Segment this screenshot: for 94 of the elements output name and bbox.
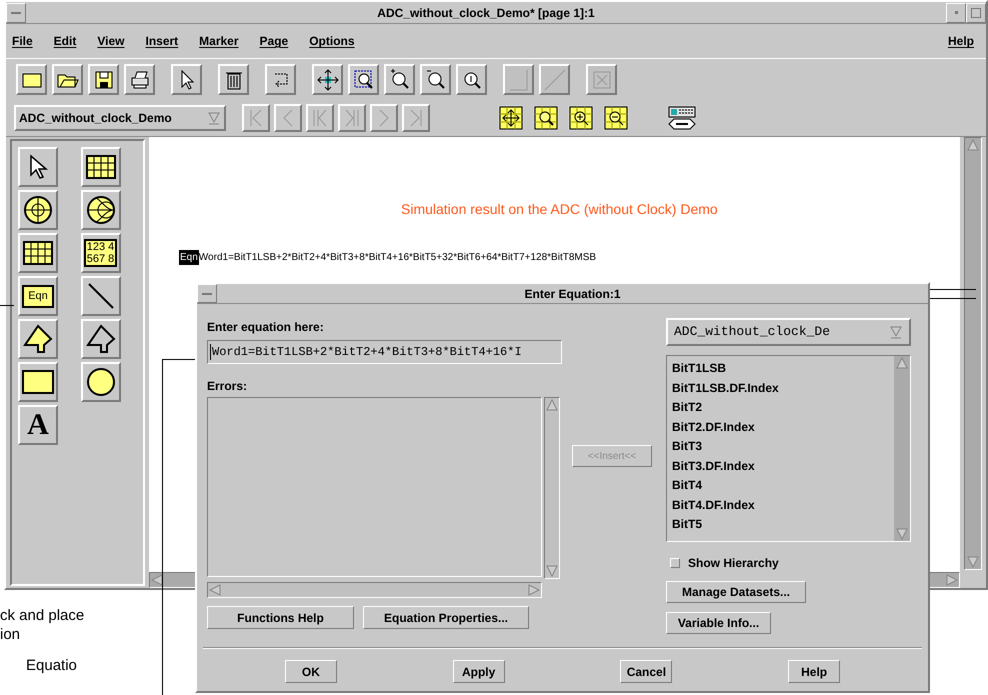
dialog-button[interactable]: Apply (452, 660, 505, 683)
toolbar-button[interactable] (171, 64, 202, 95)
palette-tool-button[interactable] (18, 190, 58, 230)
variable-item[interactable]: BitT4.DF.Index (672, 496, 894, 515)
polar-chart-icon (23, 195, 53, 225)
field-label: Errors: (207, 378, 248, 395)
toolbar-button[interactable] (265, 64, 296, 95)
palette-tool-button[interactable] (80, 190, 120, 230)
palette-tool-button[interactable] (80, 362, 120, 402)
toolbar-button[interactable] (420, 64, 451, 95)
annotation-text: ck and place (0, 606, 84, 625)
dialog-button[interactable]: Cancel (620, 660, 672, 683)
move-icon (499, 106, 523, 130)
grid-icon (86, 155, 116, 179)
toolbar-button[interactable] (456, 64, 487, 95)
dialog-button[interactable]: Functions Help (207, 606, 354, 629)
palette-tool-button[interactable] (18, 147, 58, 187)
checkbox[interactable] (670, 558, 680, 568)
variable-item[interactable]: BitT4 (672, 476, 894, 496)
annotation-text: Equatio (26, 656, 78, 675)
window-title: ADC_without_clock_Demo* [page 1]:1 (376, 4, 596, 22)
menu-item[interactable]: View (97, 32, 124, 50)
dialog-button[interactable]: Variable Info... (666, 612, 771, 634)
dialog-button[interactable]: OK (284, 660, 337, 683)
checkbox-label: Show Hierarchy (688, 555, 779, 572)
zoom-out-icon (604, 106, 628, 130)
palette-tool-button[interactable] (80, 276, 120, 316)
zoom-in-icon (569, 106, 593, 130)
diagonal-icon (542, 68, 566, 92)
menu-item[interactable]: Edit (54, 32, 76, 50)
circle-icon (86, 367, 116, 397)
variable-item[interactable]: BitT2 (672, 398, 894, 418)
equation-icon: Eqn (22, 284, 54, 308)
move-icon (316, 68, 340, 92)
maximize-button[interactable] (966, 2, 986, 22)
palette-tool-button[interactable]: A (18, 405, 58, 445)
text-tool-label: A (27, 410, 49, 440)
equation-input[interactable]: Word1=BitT1LSB+2*BitT2+4*BitT3+8*BitT4+16*I (207, 340, 562, 364)
icon-label: 123 4 (86, 241, 114, 253)
toolbar-button[interactable] (52, 64, 83, 95)
window-menu-button[interactable] (197, 284, 217, 303)
instrument-icon[interactable] (667, 105, 697, 131)
smith-chart-icon (86, 195, 116, 225)
palette-tool-button[interactable]: 123 4 567 8 (80, 233, 120, 273)
window-menu-button[interactable] (6, 2, 26, 22)
icon-label: 567 8 (86, 253, 114, 265)
dropdown-arrow-icon (889, 325, 903, 339)
toolbar-button[interactable] (348, 64, 379, 95)
menu-item[interactable]: Marker (199, 32, 239, 50)
leader-line (0, 305, 14, 306)
toolbar-button[interactable] (124, 64, 155, 95)
equation-tag: Eqn (179, 250, 199, 265)
dialog-title: Enter Equation:1 (523, 286, 622, 302)
menu-item[interactable]: Insert (145, 32, 178, 50)
toolbar-button[interactable] (16, 64, 47, 95)
menu-item[interactable]: Help (948, 32, 974, 50)
annotation-text: ion (0, 625, 22, 644)
toolbar-button[interactable] (88, 64, 119, 95)
scroll-arrow-icon[interactable] (150, 573, 164, 587)
dialog-button[interactable]: Help (788, 660, 840, 683)
menu-item[interactable]: Options (309, 32, 355, 50)
variable-item[interactable]: BitT1LSB (672, 359, 894, 378)
palette-tool-button[interactable] (80, 147, 120, 187)
minimize-button[interactable] (946, 2, 966, 22)
dialog-button[interactable]: Manage Datasets... (666, 581, 806, 603)
variable-item[interactable]: BitT3.DF.Index (672, 456, 894, 476)
palette-tool-button[interactable] (18, 362, 58, 402)
dialog-button[interactable]: Equation Properties... (363, 606, 529, 629)
grid-icon (23, 241, 53, 265)
variable-item[interactable]: BitT2.DF.Index (672, 418, 894, 437)
toolbar-button[interactable] (384, 64, 415, 95)
zoom-box-icon (352, 68, 376, 92)
equation-text: Word1=BitT1LSB+2*BitT2+4*BitT3+8*BitT4+16*BitT5+32*BitT6+64*BitT7+128*BitT8MSB (198, 251, 596, 265)
zoom-box-icon (534, 106, 558, 130)
dataset-dropdown[interactable]: ADC_without_clock_De (666, 318, 911, 346)
arrow-icon (86, 324, 116, 354)
palette-tool-button[interactable] (80, 319, 120, 359)
toolbar-button[interactable] (312, 64, 343, 95)
menu-item[interactable]: Page (260, 32, 288, 50)
field-label: Enter equation here: (207, 319, 325, 336)
palette-tool-button[interactable] (18, 319, 58, 359)
arrow-icon (23, 324, 53, 354)
variable-item[interactable]: BitT1LSB.DF.Index (672, 378, 894, 398)
plot-title: Simulation result on the ADC (without Clock) Demo (401, 200, 719, 219)
line-icon (86, 282, 114, 310)
palette-tool-button[interactable] (18, 233, 58, 273)
palette-tool-button[interactable]: Eqn (18, 276, 58, 316)
variable-item[interactable]: BitT5 (672, 515, 894, 534)
dataset-dropdown[interactable]: ADC_without_clock_Demo (14, 105, 226, 131)
dropdown-arrow-icon (207, 111, 221, 125)
toolbar-button[interactable] (218, 64, 249, 95)
menu-item[interactable]: File (12, 32, 33, 50)
rectangle-icon (22, 370, 54, 394)
variable-item[interactable]: BitT3 (672, 437, 894, 456)
